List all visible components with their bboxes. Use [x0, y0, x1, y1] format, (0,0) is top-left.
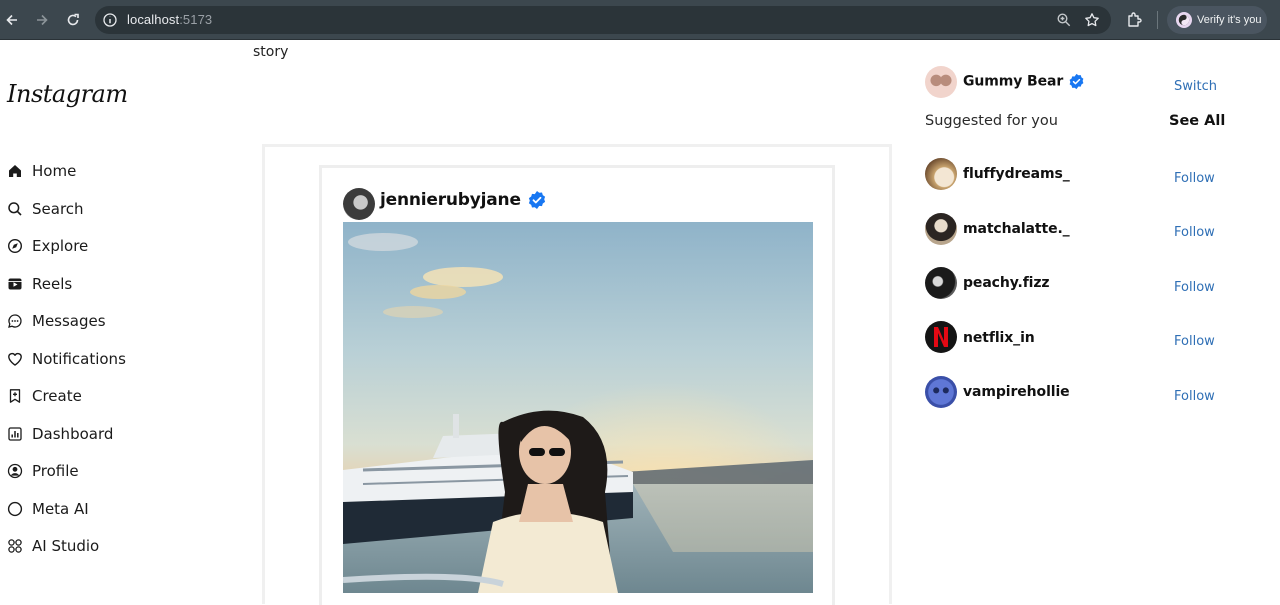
- suggestion-avatar[interactable]: [925, 213, 957, 245]
- post-author-header: jennierubyjane: [380, 190, 547, 210]
- sidebar-item-profile[interactable]: Profile: [6, 458, 206, 484]
- message-icon: [6, 312, 24, 330]
- reload-button[interactable]: [62, 9, 84, 31]
- suggestion-name[interactable]: netflix_in: [963, 330, 1035, 346]
- site-info-icon[interactable]: [102, 12, 118, 28]
- sidebar-item-label: Search: [32, 199, 84, 218]
- arrow-right-icon: [37, 14, 48, 26]
- sidebar-item-label: Explore: [32, 237, 89, 255]
- compass-icon: [6, 237, 24, 255]
- reload-icon: [67, 13, 79, 26]
- sidebar-item-label: Meta AI: [32, 499, 89, 518]
- browser-toolbar: localhost:5173 Verify it's you: [0, 0, 1280, 40]
- post-author-avatar[interactable]: [343, 188, 375, 220]
- follow-button[interactable]: Follow: [1174, 389, 1215, 404]
- create-icon: [6, 387, 24, 405]
- suggestion-avatar[interactable]: [925, 376, 957, 408]
- sidebar-item-explore[interactable]: Explore: [6, 233, 206, 259]
- suggested-heading: Suggested for you: [925, 113, 1058, 129]
- sidebar-item-create[interactable]: Create: [6, 383, 206, 409]
- url-host: localhost: [127, 12, 180, 27]
- profile-icon: [6, 462, 24, 480]
- suggestion-name[interactable]: fluffydreams_: [963, 166, 1070, 182]
- netflix-logo-icon: [934, 327, 948, 347]
- sidebar-item-label: Dashboard: [32, 424, 114, 443]
- sidebar-item-label: Reels: [32, 274, 73, 293]
- see-all-button[interactable]: See All: [1169, 113, 1225, 129]
- verified-badge-icon: [528, 191, 545, 209]
- sidebar-item-label: Messages: [32, 312, 106, 330]
- current-user-avatar[interactable]: [925, 66, 957, 98]
- search-icon: [6, 200, 24, 218]
- follow-button[interactable]: Follow: [1174, 171, 1215, 186]
- dashboard-icon: [6, 425, 24, 443]
- profile-verify-button[interactable]: Verify it's you: [1167, 6, 1267, 34]
- heart-icon: [6, 350, 24, 368]
- sidebar-item-notifications[interactable]: Notifications: [6, 346, 206, 372]
- follow-button[interactable]: Follow: [1174, 225, 1215, 240]
- story-label: story: [253, 44, 289, 60]
- address-bar[interactable]: localhost:5173: [95, 6, 1111, 34]
- sidebar-item-search[interactable]: Search: [6, 196, 206, 222]
- forward-button[interactable]: [31, 9, 53, 31]
- suggestion-avatar[interactable]: [925, 158, 957, 190]
- sidebar-item-label: Notifications: [32, 349, 126, 368]
- bookmark-star-icon[interactable]: [1084, 12, 1100, 28]
- sidebar-item-dashboard[interactable]: Dashboard: [6, 421, 206, 447]
- extensions-icon[interactable]: [1125, 10, 1145, 30]
- suggestion-name[interactable]: peachy.fizz: [963, 275, 1050, 291]
- home-icon: [6, 162, 24, 180]
- profile-avatar-icon: [1176, 12, 1192, 28]
- post-author-username[interactable]: jennierubyjane: [380, 190, 521, 210]
- sidebar-item-label: Home: [32, 162, 77, 180]
- suggestion-name[interactable]: vampirehollie: [963, 384, 1070, 400]
- current-user-name[interactable]: Gummy Bear: [963, 74, 1063, 90]
- follow-button[interactable]: Follow: [1174, 334, 1215, 349]
- suggestion-avatar[interactable]: [925, 321, 957, 353]
- url-port: :5173: [179, 12, 213, 27]
- sidebar-item-ai-studio[interactable]: AI Studio: [6, 533, 206, 559]
- profile-verify-label: Verify it's you: [1197, 14, 1262, 26]
- zoom-icon[interactable]: [1056, 12, 1072, 28]
- sidebar-item-home[interactable]: Home: [6, 158, 206, 184]
- sidebar-item-reels[interactable]: Reels: [6, 271, 206, 297]
- sidebar-item-label: AI Studio: [32, 537, 100, 555]
- switch-account-button[interactable]: Switch: [1174, 79, 1217, 94]
- reels-icon: [6, 275, 24, 293]
- instagram-logo[interactable]: Instagram: [7, 80, 128, 108]
- back-button[interactable]: [1, 9, 23, 31]
- toolbar-divider: [1157, 11, 1158, 29]
- meta-ai-icon: [6, 500, 24, 518]
- suggestion-name[interactable]: matchalatte._: [963, 221, 1070, 237]
- url-text: localhost:5173: [127, 12, 212, 27]
- post-image[interactable]: [343, 222, 813, 593]
- follow-button[interactable]: Follow: [1174, 280, 1215, 295]
- sidebar-item-label: Profile: [32, 462, 79, 480]
- post-photo-illustration: [343, 222, 813, 593]
- arrow-left-icon: [6, 14, 17, 26]
- ai-studio-icon: [6, 537, 24, 555]
- sidebar-item-messages[interactable]: Messages: [6, 308, 206, 334]
- verified-badge-icon: [1069, 73, 1084, 90]
- suggestion-avatar[interactable]: [925, 267, 957, 299]
- sidebar-item-meta-ai[interactable]: Meta AI: [6, 496, 206, 522]
- current-user-name-row: Gummy Bear: [963, 73, 1085, 90]
- sidebar-item-label: Create: [32, 387, 82, 405]
